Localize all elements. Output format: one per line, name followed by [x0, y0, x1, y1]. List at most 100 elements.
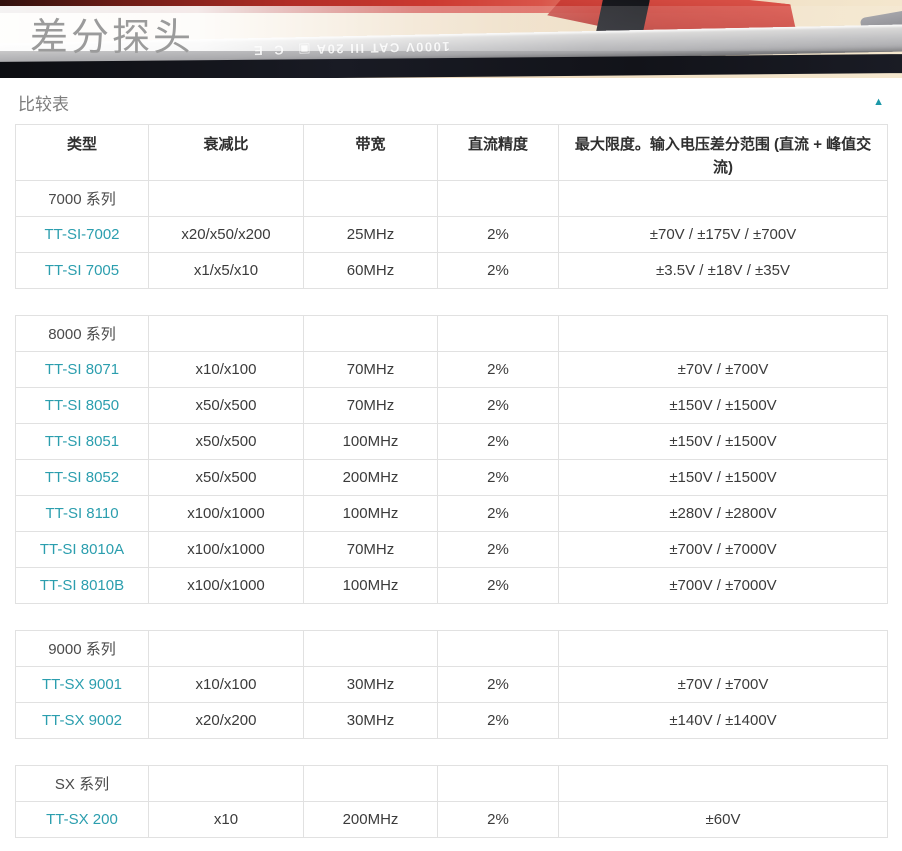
empty-cell — [559, 631, 888, 667]
series-label-row: 8000 系列 — [16, 316, 888, 352]
model-cell: TT-SI-7002 — [16, 217, 149, 253]
empty-cell — [559, 181, 888, 217]
table-row: TT-SI 8010Bx100/x1000100MHz2%±700V / ±70… — [16, 568, 888, 604]
range-cell: ±70V / ±175V / ±700V — [559, 217, 888, 253]
separator-row — [16, 604, 888, 631]
empty-cell — [304, 181, 438, 217]
separator-cell — [16, 604, 888, 631]
table-row: TT-SX 9001 x10/x10030MHz2%±70V / ±700V — [16, 667, 888, 703]
model-cell: TT-SI 7005 — [16, 253, 149, 289]
collapse-up-icon[interactable]: ▲ — [871, 95, 886, 110]
attenuation-cell: x10/x100 — [149, 352, 304, 388]
separator-cell — [16, 289, 888, 316]
product-link[interactable]: TT-SX 9002 — [42, 712, 122, 729]
column-header: 衰减比 — [149, 125, 304, 181]
bandwidth-cell: 25MHz — [304, 217, 438, 253]
table-row: TT-SI 8010Ax100/x100070MHz2%±700V / ±700… — [16, 532, 888, 568]
table-row: TT-SI 7005x1/x5/x1060MHz2%±3.5V / ±18V /… — [16, 253, 888, 289]
model-cell: TT-SI 8010B — [16, 568, 149, 604]
empty-cell — [438, 631, 559, 667]
bandwidth-cell: 70MHz — [304, 388, 438, 424]
product-link[interactable]: TT-SI 7005 — [45, 262, 119, 279]
empty-cell — [304, 316, 438, 352]
product-link[interactable]: TT-SI 8010B — [40, 577, 124, 594]
column-header: 直流精度 — [438, 125, 559, 181]
table-row: TT-SI 8071x10/x10070MHz2%±70V / ±700V — [16, 352, 888, 388]
table-row: TT-SX 200x10200MHz2%±60V — [16, 802, 888, 838]
series-label: 7000 系列 — [16, 181, 149, 217]
range-cell: ±700V / ±7000V — [559, 532, 888, 568]
accuracy-cell: 2% — [438, 802, 559, 838]
comparison-table: 类型衰减比带宽直流精度最大限度。输入电压差分范围 (直流 + 峰值交流) 700… — [15, 124, 888, 838]
table-row: TT-SX 9002x20/x20030MHz2%±140V / ±1400V — [16, 703, 888, 739]
empty-cell — [304, 766, 438, 802]
range-cell: ±150V / ±1500V — [559, 388, 888, 424]
accuracy-cell: 2% — [438, 217, 559, 253]
range-cell: ±150V / ±1500V — [559, 424, 888, 460]
empty-cell — [149, 631, 304, 667]
attenuation-cell: x20/x50/x200 — [149, 217, 304, 253]
model-cell: TT-SI 8052 — [16, 460, 149, 496]
product-link[interactable]: TT-SI 8051 — [45, 433, 119, 450]
product-link[interactable]: TT-SI 8071 — [45, 361, 119, 378]
product-link[interactable]: TT-SI 8050 — [45, 397, 119, 414]
series-label-row: SX 系列 — [16, 766, 888, 802]
product-link[interactable]: TT-SI-7002 — [44, 226, 119, 243]
product-link[interactable]: TT-SI 8052 — [45, 469, 119, 486]
table-row: TT-SI 8110x100/x1000100MHz2%±280V / ±280… — [16, 496, 888, 532]
column-header: 带宽 — [304, 125, 438, 181]
bandwidth-cell: 200MHz — [304, 460, 438, 496]
empty-cell — [438, 181, 559, 217]
comparison-section-header: 比较表 ▲ — [18, 90, 886, 114]
bandwidth-cell: 100MHz — [304, 496, 438, 532]
table-row: TT-SI-7002 x20/x50/x20025MHz2%±70V / ±175… — [16, 217, 888, 253]
model-cell: TT-SX 9002 — [16, 703, 149, 739]
product-link[interactable]: TT-SX 9001 — [42, 676, 122, 693]
section-title: 比较表 — [18, 90, 69, 115]
range-cell: ±140V / ±1400V — [559, 703, 888, 739]
page-title: 差分探头 — [30, 6, 194, 61]
page-banner: 1000V CAT III 20A ▣ C E 差分探头 — [0, 0, 902, 78]
table-row: TT-SI 8052x50/x500200MHz2%±150V / ±1500V — [16, 460, 888, 496]
accuracy-cell: 2% — [438, 703, 559, 739]
accuracy-cell: 2% — [438, 667, 559, 703]
table-row: TT-SI 8051x50/x500100MHz2%±150V / ±1500V — [16, 424, 888, 460]
attenuation-cell: x100/x1000 — [149, 496, 304, 532]
empty-cell — [149, 316, 304, 352]
range-cell: ±70V / ±700V — [559, 667, 888, 703]
model-cell: TT-SI 8110 — [16, 496, 149, 532]
separator-row — [16, 289, 888, 316]
series-label: 9000 系列 — [16, 631, 149, 667]
accuracy-cell: 2% — [438, 424, 559, 460]
series-label: 8000 系列 — [16, 316, 149, 352]
range-cell: ±60V — [559, 802, 888, 838]
attenuation-cell: x20/x200 — [149, 703, 304, 739]
product-link[interactable]: TT-SX 200 — [46, 811, 118, 828]
product-link[interactable]: TT-SI 8010A — [40, 541, 124, 558]
range-cell: ±70V / ±700V — [559, 352, 888, 388]
model-cell: TT-SI 8010A — [16, 532, 149, 568]
accuracy-cell: 2% — [438, 496, 559, 532]
separator-cell — [16, 739, 888, 766]
model-cell: TT-SX 200 — [16, 802, 149, 838]
table-header-row: 类型衰减比带宽直流精度最大限度。输入电压差分范围 (直流 + 峰值交流) — [16, 125, 888, 181]
product-link[interactable]: TT-SI 8110 — [45, 505, 118, 522]
attenuation-cell: x10/x100 — [149, 667, 304, 703]
range-cell: ±700V / ±7000V — [559, 568, 888, 604]
empty-cell — [149, 181, 304, 217]
table-row: TT-SI 8050x50/x50070MHz2%±150V / ±1500V — [16, 388, 888, 424]
column-header: 最大限度。输入电压差分范围 (直流 + 峰值交流) — [559, 125, 888, 181]
model-cell: TT-SI 8050 — [16, 388, 149, 424]
empty-cell — [304, 631, 438, 667]
bandwidth-cell: 70MHz — [304, 352, 438, 388]
column-header: 类型 — [16, 125, 149, 181]
series-label-row: 7000 系列 — [16, 181, 888, 217]
accuracy-cell: 2% — [438, 253, 559, 289]
series-label: SX 系列 — [16, 766, 149, 802]
bandwidth-cell: 100MHz — [304, 568, 438, 604]
bandwidth-cell: 30MHz — [304, 667, 438, 703]
attenuation-cell: x100/x1000 — [149, 532, 304, 568]
bandwidth-cell: 60MHz — [304, 253, 438, 289]
accuracy-cell: 2% — [438, 568, 559, 604]
separator-row — [16, 739, 888, 766]
